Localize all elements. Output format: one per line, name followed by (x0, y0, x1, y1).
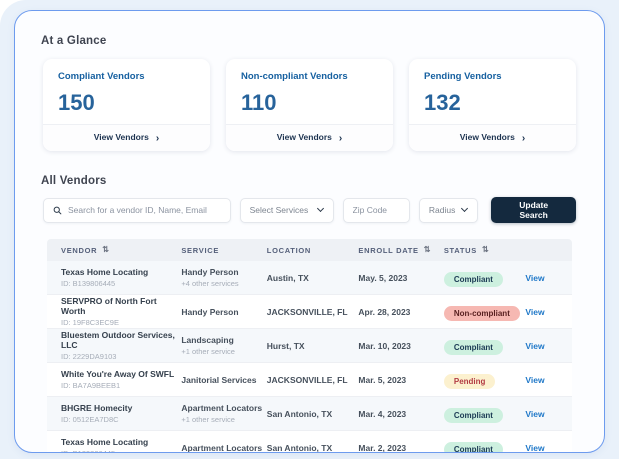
column-status[interactable]: Status ⇅ (444, 246, 526, 255)
column-enroll-date[interactable]: Enroll Date ⇅ (358, 246, 443, 255)
vendor-id: ID: BA7A9BEEB1 (61, 381, 121, 390)
card-label: Non-compliant Vendors (241, 71, 348, 82)
vendor-service: Handy Person (181, 306, 239, 317)
search-input[interactable] (68, 205, 221, 215)
vendor-enroll-date: Mar. 10, 2023 (358, 340, 411, 351)
view-vendors-link[interactable]: View Vendors › (226, 124, 393, 151)
table-row: BHGRE Homecity ID: 0512EA7D8C Apartment L… (47, 397, 572, 431)
card-count: 150 (58, 90, 95, 115)
vendor-service: Apartment Locators (181, 442, 263, 453)
view-vendor-link[interactable]: View (525, 375, 572, 385)
vendor-service: Handy Person (181, 267, 239, 277)
vendor-service-extra: +1 other service (181, 415, 235, 424)
vendor-enroll-date: Apr. 28, 2023 (358, 306, 411, 317)
vendor-location: San Antonio, TX (266, 408, 333, 419)
glance-cards: Compliant Vendors 150 View Vendors › Non-… (43, 59, 576, 151)
vendor-service-extra: +4 other services (181, 279, 239, 288)
vendor-filters: Select Services Radius Update Search (43, 197, 576, 223)
table-row: Bluestem Outdoor Services, LLC ID: 2229DA… (47, 329, 572, 363)
vendor-id: ID: B139806445 (61, 279, 116, 288)
vendor-id: ID: 0512EA7D8C (61, 415, 119, 424)
vendor-service: Landscaping (181, 335, 234, 345)
vendor-service: Janitorial Services (181, 374, 257, 385)
view-vendors-link[interactable]: View Vendors › (409, 124, 576, 151)
zip-code-input[interactable] (352, 205, 400, 215)
sort-icon[interactable]: ⇅ (482, 246, 489, 254)
view-vendor-link[interactable]: View (525, 341, 572, 351)
vendor-name: White You're Away Of SWFL (61, 369, 175, 379)
glance-section-title: At a Glance (41, 35, 107, 47)
vendor-location: JACKSONVILLE, FL (266, 374, 348, 385)
vendor-id: ID: B139806445 (61, 449, 181, 452)
sort-icon[interactable]: ⇅ (102, 246, 109, 254)
noncompliant-vendors-card: Non-compliant Vendors 110 View Vendors › (226, 59, 393, 151)
table-row: SERVPRO of North Fort Worth ID: 19F8C3EC9… (47, 295, 572, 329)
card-label: Compliant Vendors (58, 71, 145, 82)
vendor-name: Texas Home Locating (61, 267, 149, 277)
radius-select[interactable]: Radius (418, 197, 479, 223)
update-search-button[interactable]: Update Search (491, 197, 576, 223)
card-count: 110 (241, 90, 277, 115)
vendor-location: San Antonio, TX (266, 442, 333, 453)
table-row: Texas Home Locating ID: B139806445 Handy … (47, 261, 572, 295)
services-select[interactable]: Select Services (239, 197, 334, 223)
status-badge: Non-compliant (443, 305, 520, 321)
vendor-name: BHGRE Homecity (61, 403, 133, 413)
table-row: Texas Home Locating ID: B139806445 Apartm… (47, 431, 572, 453)
status-badge: Compliant (443, 441, 503, 452)
vendor-enroll-date: Mar. 4, 2023 (358, 408, 407, 419)
column-location: Location (266, 245, 312, 255)
vendor-name: Texas Home Locating (61, 437, 149, 447)
vendors-section-title: All Vendors (41, 175, 107, 187)
status-badge: Compliant (443, 271, 503, 287)
search-icon (53, 206, 62, 214)
sort-icon[interactable]: ⇅ (424, 246, 431, 254)
vendor-service-extra: +1 other service (181, 347, 235, 356)
vendor-service: Apartment Locators (181, 403, 263, 413)
vendor-enroll-date: Mar. 2, 2023 (358, 442, 407, 453)
vendor-dashboard-panel: At a Glance Compliant Vendors 150 View V… (14, 10, 605, 453)
column-service: Service (181, 245, 220, 255)
view-vendor-link[interactable]: View (525, 409, 572, 419)
table-row: White You're Away Of SWFL ID: BA7A9BEEB1 … (47, 363, 572, 397)
compliant-vendors-card: Compliant Vendors 150 View Vendors › (43, 59, 210, 151)
chevron-right-icon: › (338, 133, 343, 144)
table-header: Vendor ⇅ Service Location Enroll Date ⇅ St… (47, 239, 572, 261)
card-label: Pending Vendors (424, 71, 502, 82)
chevron-right-icon: › (521, 133, 526, 144)
column-vendor[interactable]: Vendor ⇅ (61, 246, 181, 255)
vendors-table: Vendor ⇅ Service Location Enroll Date ⇅ St… (47, 239, 572, 453)
vendor-enroll-date: Mar. 5, 2023 (358, 374, 407, 385)
chevron-down-icon (316, 204, 324, 213)
view-vendor-link[interactable]: View (525, 273, 572, 283)
zip-code-field[interactable] (342, 197, 410, 223)
chevron-down-icon (461, 204, 469, 213)
status-badge: Compliant (443, 339, 503, 355)
pending-vendors-card: Pending Vendors 132 View Vendors › (409, 59, 576, 151)
vendor-id: ID: 19F8C3EC9E (61, 318, 119, 327)
chevron-right-icon: › (155, 133, 160, 144)
vendor-name: SERVPRO of North Fort Worth (61, 296, 157, 316)
view-vendor-link[interactable]: View (525, 443, 572, 453)
vendor-name: Bluestem Outdoor Services, LLC (61, 330, 175, 350)
status-badge: Pending (443, 373, 496, 389)
vendor-location: JACKSONVILLE, FL (266, 306, 348, 317)
vendor-location: Hurst, TX (266, 340, 305, 351)
view-vendors-link[interactable]: View Vendors › (43, 124, 210, 151)
vendor-location: Austin, TX (266, 272, 309, 283)
vendor-id: ID: 2229DA9103 (61, 352, 117, 361)
vendor-enroll-date: May. 5, 2023 (358, 272, 408, 283)
status-badge: Compliant (443, 407, 503, 423)
view-vendor-link[interactable]: View (525, 307, 572, 317)
card-count: 132 (424, 90, 461, 115)
vendor-search-field[interactable] (43, 197, 231, 223)
